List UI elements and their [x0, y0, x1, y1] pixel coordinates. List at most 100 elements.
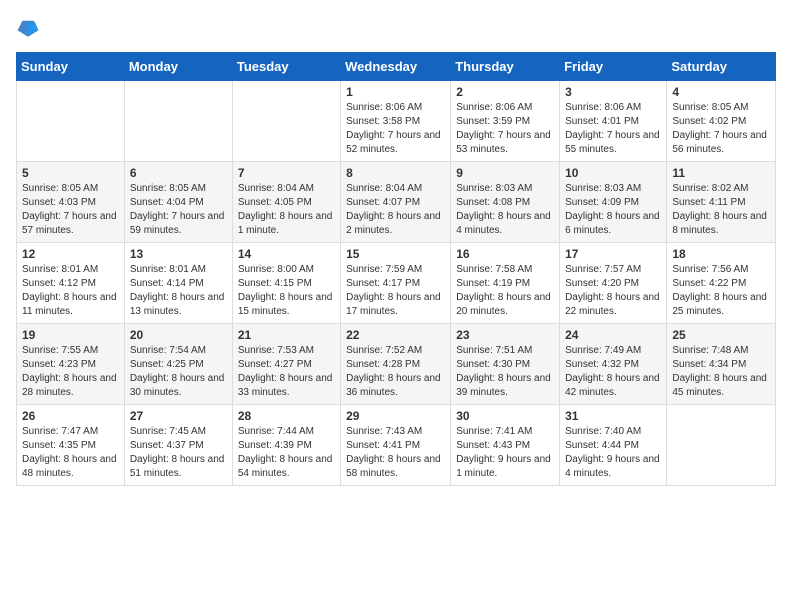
week-row-1: 1 Sunrise: 8:06 AM Sunset: 3:58 PM Daylig…: [17, 81, 776, 162]
calendar-cell: 25 Sunrise: 7:48 AM Sunset: 4:34 PM Dayli…: [667, 324, 776, 405]
weekday-header-sunday: Sunday: [17, 53, 125, 81]
calendar-cell: [124, 81, 232, 162]
day-info: Sunrise: 7:56 AM Sunset: 4:22 PM Dayligh…: [672, 263, 770, 319]
day-number: 18: [672, 247, 770, 261]
calendar-cell: 16 Sunrise: 7:58 AM Sunset: 4:19 PM Dayli…: [451, 243, 560, 324]
calendar-cell: 7 Sunrise: 8:04 AM Sunset: 4:05 PM Daylig…: [232, 162, 340, 243]
day-info: Sunrise: 7:54 AM Sunset: 4:25 PM Dayligh…: [130, 344, 227, 400]
calendar-cell: 24 Sunrise: 7:49 AM Sunset: 4:32 PM Dayli…: [560, 324, 667, 405]
day-info: Sunrise: 8:02 AM Sunset: 4:11 PM Dayligh…: [672, 182, 770, 238]
calendar-cell: 8Sunrise: 8:04 AM Sunset: 4:07 PM Daylig…: [341, 162, 451, 243]
week-row-2: 5 Sunrise: 8:05 AM Sunset: 4:03 PM Daylig…: [17, 162, 776, 243]
calendar-cell: 6Sunrise: 8:05 AM Sunset: 4:04 PM Daylig…: [124, 162, 232, 243]
week-row-5: 26 Sunrise: 7:47 AM Sunset: 4:35 PM Dayli…: [17, 405, 776, 486]
day-number: 4: [672, 85, 770, 99]
calendar-cell: 31 Sunrise: 7:40 AM Sunset: 4:44 PM Dayli…: [560, 405, 667, 486]
day-info: Sunrise: 7:45 AM Sunset: 4:37 PM Dayligh…: [130, 425, 227, 481]
day-number: 11: [672, 166, 770, 180]
calendar-cell: 26 Sunrise: 7:47 AM Sunset: 4:35 PM Dayli…: [17, 405, 125, 486]
day-info: Sunrise: 7:55 AM Sunset: 4:23 PM Dayligh…: [22, 344, 119, 400]
day-info: Sunrise: 7:44 AM Sunset: 4:39 PM Dayligh…: [238, 425, 335, 481]
calendar-cell: 14 Sunrise: 8:00 AM Sunset: 4:15 PM Dayli…: [232, 243, 340, 324]
day-info: Sunrise: 8:03 AM Sunset: 4:09 PM Dayligh…: [565, 182, 661, 238]
day-number: 9: [456, 166, 554, 180]
calendar-cell: 3 Sunrise: 8:06 AM Sunset: 4:01 PM Daylig…: [560, 81, 667, 162]
day-number: 29: [346, 409, 445, 423]
day-info: Sunrise: 7:49 AM Sunset: 4:32 PM Dayligh…: [565, 344, 661, 400]
day-number: 17: [565, 247, 661, 261]
day-info: Sunrise: 8:06 AM Sunset: 3:58 PM Dayligh…: [346, 101, 445, 157]
day-number: 3: [565, 85, 661, 99]
weekday-header-thursday: Thursday: [451, 53, 560, 81]
day-number: 24: [565, 328, 661, 342]
day-number: 21: [238, 328, 335, 342]
day-info: Sunrise: 7:43 AM Sunset: 4:41 PM Dayligh…: [346, 425, 445, 481]
day-info: Sunrise: 7:57 AM Sunset: 4:20 PM Dayligh…: [565, 263, 661, 319]
day-info: Sunrise: 8:05 AM Sunset: 4:03 PM Dayligh…: [22, 182, 119, 238]
day-number: 6: [130, 166, 227, 180]
page-header: [16, 16, 776, 40]
calendar-cell: 17 Sunrise: 7:57 AM Sunset: 4:20 PM Dayli…: [560, 243, 667, 324]
calendar-cell: 21 Sunrise: 7:53 AM Sunset: 4:27 PM Dayli…: [232, 324, 340, 405]
day-info: Sunrise: 8:00 AM Sunset: 4:15 PM Dayligh…: [238, 263, 335, 319]
day-number: 19: [22, 328, 119, 342]
day-info: Sunrise: 8:04 AM Sunset: 4:07 PM Dayligh…: [346, 182, 445, 238]
calendar-cell: 20 Sunrise: 7:54 AM Sunset: 4:25 PM Dayli…: [124, 324, 232, 405]
day-info: Sunrise: 8:01 AM Sunset: 4:14 PM Dayligh…: [130, 263, 227, 319]
day-info: Sunrise: 7:52 AM Sunset: 4:28 PM Dayligh…: [346, 344, 445, 400]
day-info: Sunrise: 7:41 AM Sunset: 4:43 PM Dayligh…: [456, 425, 554, 481]
day-number: 16: [456, 247, 554, 261]
calendar-cell: 1 Sunrise: 8:06 AM Sunset: 3:58 PM Daylig…: [341, 81, 451, 162]
calendar-cell: 15 Sunrise: 7:59 AM Sunset: 4:17 PM Dayli…: [341, 243, 451, 324]
day-info: Sunrise: 7:47 AM Sunset: 4:35 PM Dayligh…: [22, 425, 119, 481]
day-info: Sunrise: 8:03 AM Sunset: 4:08 PM Dayligh…: [456, 182, 554, 238]
weekday-header-saturday: Saturday: [667, 53, 776, 81]
day-number: 7: [238, 166, 335, 180]
calendar-cell: 18 Sunrise: 7:56 AM Sunset: 4:22 PM Dayli…: [667, 243, 776, 324]
day-number: 15: [346, 247, 445, 261]
calendar-cell: 29 Sunrise: 7:43 AM Sunset: 4:41 PM Dayli…: [341, 405, 451, 486]
calendar-cell: 30 Sunrise: 7:41 AM Sunset: 4:43 PM Dayli…: [451, 405, 560, 486]
day-info: Sunrise: 8:06 AM Sunset: 4:01 PM Dayligh…: [565, 101, 661, 157]
day-number: 1: [346, 85, 445, 99]
day-info: Sunrise: 7:40 AM Sunset: 4:44 PM Dayligh…: [565, 425, 661, 481]
logo: [16, 16, 44, 40]
day-number: 10: [565, 166, 661, 180]
calendar-cell: 5 Sunrise: 8:05 AM Sunset: 4:03 PM Daylig…: [17, 162, 125, 243]
day-info: Sunrise: 7:59 AM Sunset: 4:17 PM Dayligh…: [346, 263, 445, 319]
day-info: Sunrise: 8:06 AM Sunset: 3:59 PM Dayligh…: [456, 101, 554, 157]
day-number: 26: [22, 409, 119, 423]
calendar-cell: 9 Sunrise: 8:03 AM Sunset: 4:08 PM Daylig…: [451, 162, 560, 243]
calendar-cell: [232, 81, 340, 162]
day-number: 20: [130, 328, 227, 342]
day-number: 12: [22, 247, 119, 261]
day-info: Sunrise: 8:04 AM Sunset: 4:05 PM Dayligh…: [238, 182, 335, 238]
day-number: 25: [672, 328, 770, 342]
calendar-cell: 27 Sunrise: 7:45 AM Sunset: 4:37 PM Dayli…: [124, 405, 232, 486]
calendar-cell: 12 Sunrise: 8:01 AM Sunset: 4:12 PM Dayli…: [17, 243, 125, 324]
calendar-cell: 22 Sunrise: 7:52 AM Sunset: 4:28 PM Dayli…: [341, 324, 451, 405]
day-number: 31: [565, 409, 661, 423]
day-number: 22: [346, 328, 445, 342]
day-number: 13: [130, 247, 227, 261]
week-row-4: 19 Sunrise: 7:55 AM Sunset: 4:23 PM Dayli…: [17, 324, 776, 405]
weekday-header-friday: Friday: [560, 53, 667, 81]
day-number: 14: [238, 247, 335, 261]
calendar-cell: 2Sunrise: 8:06 AM Sunset: 3:59 PM Daylig…: [451, 81, 560, 162]
calendar-table: SundayMondayTuesdayWednesdayThursdayFrid…: [16, 52, 776, 486]
day-info: Sunrise: 7:48 AM Sunset: 4:34 PM Dayligh…: [672, 344, 770, 400]
calendar-cell: 28Sunrise: 7:44 AM Sunset: 4:39 PM Dayli…: [232, 405, 340, 486]
day-number: 5: [22, 166, 119, 180]
weekday-header-row: SundayMondayTuesdayWednesdayThursdayFrid…: [17, 53, 776, 81]
weekday-header-tuesday: Tuesday: [232, 53, 340, 81]
day-info: Sunrise: 7:58 AM Sunset: 4:19 PM Dayligh…: [456, 263, 554, 319]
day-info: Sunrise: 7:53 AM Sunset: 4:27 PM Dayligh…: [238, 344, 335, 400]
calendar-cell: 11 Sunrise: 8:02 AM Sunset: 4:11 PM Dayli…: [667, 162, 776, 243]
calendar-cell: 10 Sunrise: 8:03 AM Sunset: 4:09 PM Dayli…: [560, 162, 667, 243]
calendar-cell: [667, 405, 776, 486]
day-number: 30: [456, 409, 554, 423]
day-info: Sunrise: 8:01 AM Sunset: 4:12 PM Dayligh…: [22, 263, 119, 319]
day-number: 27: [130, 409, 227, 423]
calendar-cell: 13 Sunrise: 8:01 AM Sunset: 4:14 PM Dayli…: [124, 243, 232, 324]
calendar-cell: 4Sunrise: 8:05 AM Sunset: 4:02 PM Daylig…: [667, 81, 776, 162]
